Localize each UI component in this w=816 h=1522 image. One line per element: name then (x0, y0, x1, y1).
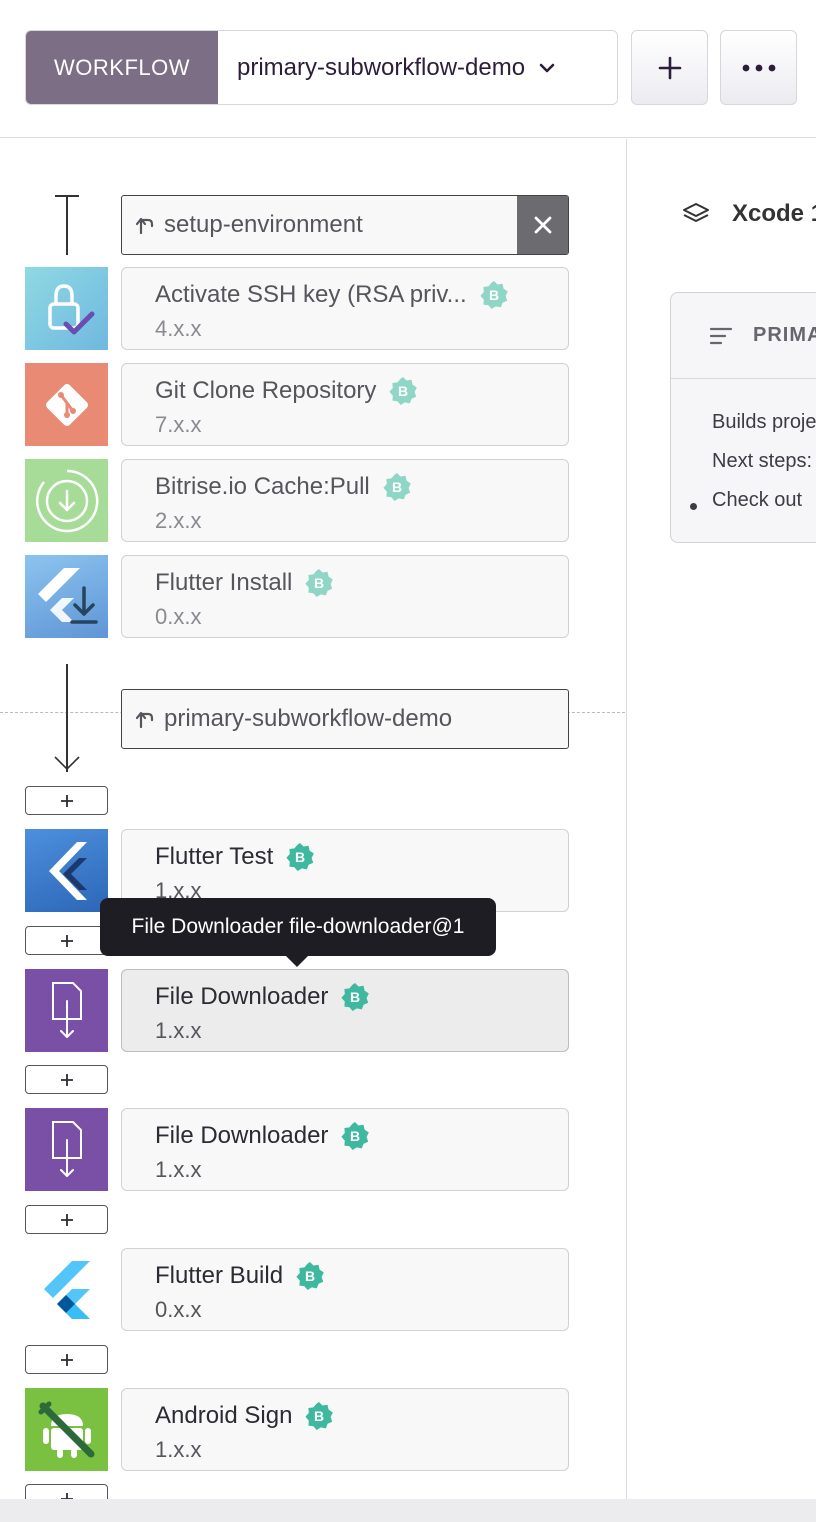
android-sign-icon (25, 1388, 108, 1471)
flutter-test-icon (25, 829, 108, 912)
remove-workflow-button[interactable] (517, 196, 568, 254)
flow-connector-line (66, 195, 68, 255)
step-version: 0.x.x (155, 1297, 202, 1322)
step-activate-ssh-key[interactable]: Activate SSH key (RSA priv... B 4.x.x (121, 267, 569, 350)
before-run-workflow-label: setup-environment (164, 211, 363, 238)
stack-name: Xcode 1 (732, 200, 816, 227)
step-flutter-install[interactable]: Flutter Install B 0.x.x (121, 555, 569, 638)
readme-text: Builds proje (712, 411, 816, 433)
workflow-header: WORKFLOW primary-subworkflow-demo (0, 0, 816, 138)
add-workflow-button[interactable] (631, 30, 708, 105)
bitrise-verified-badge-icon: B (296, 1262, 324, 1290)
step-details-panel: Xcode 1 PRIMA Builds proje Next steps: C… (626, 139, 816, 1499)
plus-icon (60, 794, 73, 807)
svg-text:B: B (350, 1128, 360, 1144)
add-step-button[interactable] (25, 1205, 108, 1234)
bitrise-verified-badge-icon: B (389, 377, 418, 405)
step-title: Flutter Test (155, 843, 274, 870)
before-run-arrow-icon (135, 217, 154, 235)
plus-icon (60, 1353, 73, 1366)
svg-text:B: B (314, 1408, 324, 1424)
add-step-button[interactable] (25, 1065, 108, 1094)
readme-title: PRIMA (753, 324, 816, 346)
bitrise-verified-badge-icon: B (305, 1402, 334, 1430)
step-version: 1.x.x (155, 1157, 202, 1182)
readme-header[interactable]: PRIMA (671, 293, 816, 379)
plus-icon (60, 1213, 73, 1226)
step-git-clone[interactable]: Git Clone Repository B 7.x.x (121, 363, 569, 446)
before-run-workflow[interactable]: setup-environment (121, 195, 569, 255)
step-version: 1.x.x (155, 1437, 202, 1462)
svg-text:B: B (350, 989, 360, 1005)
step-tooltip: File Downloader file-downloader@1 (100, 898, 496, 967)
file-download-icon (25, 969, 108, 1052)
step-title: File Downloader (155, 983, 329, 1010)
more-dots-icon (742, 64, 775, 71)
workflow-name: primary-subworkflow-demo (237, 53, 526, 81)
before-run-arrow-icon (135, 711, 154, 729)
step-version: 0.x.x (155, 604, 202, 629)
git-icon (25, 363, 108, 446)
svg-text:B: B (305, 1268, 315, 1284)
readme-bullet-text: Check out (712, 489, 803, 511)
workflow-dropdown[interactable]: primary-subworkflow-demo (218, 31, 617, 104)
arrow-down-icon (54, 756, 80, 771)
svg-text:B: B (398, 383, 408, 399)
plus-icon (658, 56, 681, 79)
flutter-install-icon (25, 555, 108, 638)
bitrise-verified-badge-icon: B (305, 569, 334, 597)
bitrise-verified-badge-icon: B (341, 983, 370, 1011)
bitrise-verified-badge-icon: B (286, 843, 315, 871)
step-title: Bitrise.io Cache:Pull (155, 473, 370, 500)
step-title: File Downloader (155, 1122, 329, 1149)
step-file-downloader[interactable]: File Downloader B 1.x.x (121, 1108, 569, 1191)
plus-icon (60, 934, 73, 947)
bitrise-verified-badge-icon: B (341, 1122, 370, 1150)
close-icon (534, 216, 551, 234)
step-title: Flutter Install (155, 569, 293, 596)
bitrise-verified-badge-icon: B (383, 473, 411, 501)
layers-icon (683, 203, 709, 222)
bottom-bar (0, 1499, 816, 1522)
add-step-button[interactable] (25, 1345, 108, 1374)
step-title: Git Clone Repository (155, 377, 377, 404)
main-workflow-label: primary-subworkflow-demo (164, 705, 453, 732)
bitrise-verified-badge-icon: B (480, 281, 508, 309)
main-workflow[interactable]: primary-subworkflow-demo (121, 689, 569, 749)
svg-text:B: B (314, 575, 324, 591)
svg-text:B: B (295, 849, 305, 865)
more-options-button[interactable] (720, 30, 797, 105)
workflow-steps-panel: setup-environment Activate SSH key (RSA … (0, 139, 625, 1513)
add-step-button[interactable] (25, 786, 108, 815)
step-title: Android Sign (155, 1402, 293, 1429)
step-version: 1.x.x (155, 1018, 202, 1043)
step-version: 2.x.x (155, 508, 202, 533)
stack-label: Xcode 1 (682, 200, 816, 228)
svg-text:B: B (392, 479, 402, 495)
step-file-downloader-selected[interactable]: File Downloader B 1.x.x (121, 969, 569, 1052)
readme-text: Next steps: (712, 450, 813, 472)
ssh-lock-icon (25, 267, 108, 350)
plus-icon (60, 1073, 73, 1086)
step-version: 7.x.x (155, 412, 202, 437)
flutter-icon (25, 1248, 108, 1331)
step-title: Activate SSH key (RSA priv... (155, 281, 467, 308)
file-download-icon (25, 1108, 108, 1191)
workflow-label: WORKFLOW (26, 31, 218, 104)
cache-pull-icon (25, 459, 108, 542)
step-cache-pull[interactable]: Bitrise.io Cache:Pull B 2.x.x (121, 459, 569, 542)
bullet-dot (690, 503, 697, 510)
svg-text:B: B (489, 287, 499, 303)
step-flutter-build[interactable]: Flutter Build B 0.x.x (121, 1248, 569, 1331)
step-version: 4.x.x (155, 316, 202, 341)
chevron-down-icon (539, 63, 555, 72)
workflow-selector[interactable]: WORKFLOW primary-subworkflow-demo (25, 30, 618, 105)
step-android-sign[interactable]: Android Sign B 1.x.x (121, 1388, 569, 1471)
readme-card: PRIMA Builds proje Next steps: Check out (670, 292, 816, 543)
text-lines-icon (709, 327, 733, 344)
add-step-button[interactable] (25, 926, 108, 955)
step-title: Flutter Build (155, 1262, 284, 1289)
